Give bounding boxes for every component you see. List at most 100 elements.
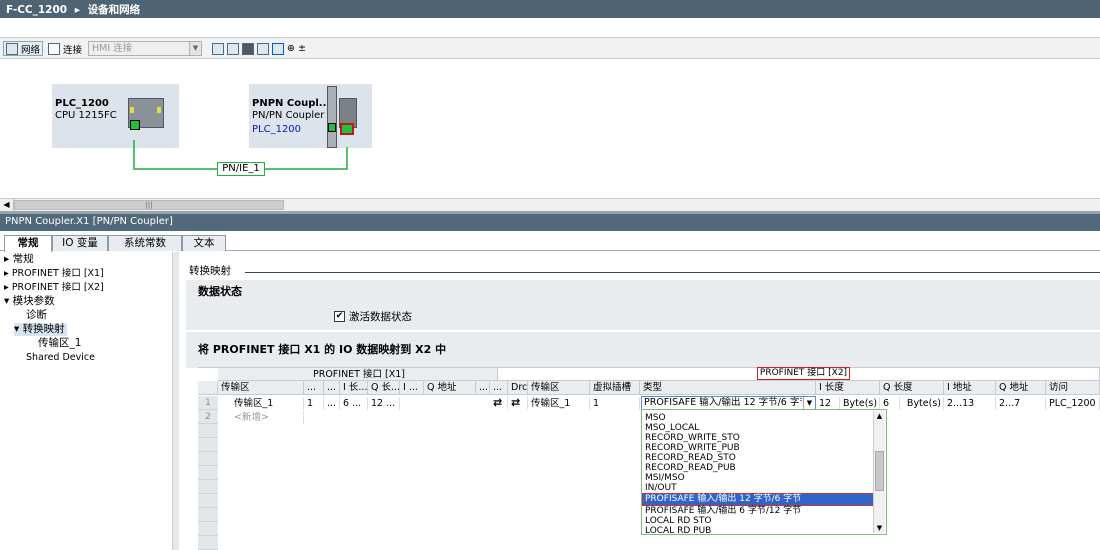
swap-direction-icon[interactable]: ⇄ [490, 396, 508, 409]
dropdown-option-selected[interactable]: PROFISAFE 输入/输出 12 字节/6 字节 [642, 493, 874, 506]
network-view-button[interactable]: 网络 [3, 41, 44, 56]
dropdown-option[interactable]: PROFISAFE 输入/输出 6 字节/12 字节 [645, 506, 801, 516]
activate-data-status-checkbox[interactable]: ✔ 激活数据状态 [334, 309, 412, 324]
network-canvas[interactable]: PLC_1200 CPU 1215FC PNPN Coupl... PN/PN … [0, 60, 1100, 198]
nav-item-module-params[interactable]: ▾ 模块参数 [4, 295, 55, 308]
col-left-q-address[interactable]: Q 地址 [424, 381, 476, 395]
editor-title-bar: F-CC_1200 ▸ 设备和网络 [0, 0, 1100, 18]
inspector-tabs: 常规 IO 变量 系统常数 文本 [0, 233, 1100, 252]
col-access[interactable]: 访问 [1046, 381, 1100, 395]
dropdown-option[interactable]: RECORD_READ_STO [645, 453, 736, 463]
chevron-down-icon[interactable]: ▼ [803, 397, 815, 409]
tab-general[interactable]: 常规 [4, 235, 52, 252]
dropdown-option[interactable]: MSI/MSO [645, 473, 685, 483]
scroll-down-icon[interactable]: ▼ [874, 523, 885, 533]
scroll-thumb[interactable]: ||| [14, 200, 284, 210]
cell-left-1[interactable]: 1 [304, 397, 324, 410]
expand-icon[interactable]: ▸ [4, 282, 9, 293]
row-number-header [198, 381, 218, 395]
expand-icon[interactable]: ▸ [4, 253, 9, 265]
dropdown-option[interactable]: RECORD_WRITE_STO [645, 433, 740, 443]
checkbox-checked-icon[interactable]: ✔ [334, 311, 345, 322]
col-left-more[interactable]: ... [476, 381, 490, 395]
dropdown-option[interactable]: IN/OUT [645, 483, 677, 493]
dropdown-option[interactable]: RECORD_READ_PUB [645, 463, 736, 473]
zoom-icon[interactable]: ⊕ ± [287, 43, 306, 54]
dropdown-option[interactable]: MSO [645, 413, 666, 423]
col-left-1[interactable]: ... [304, 381, 324, 395]
tab-texts[interactable]: 文本 [182, 235, 226, 251]
cell-transfer-area[interactable]: 传输区_1 [218, 397, 304, 410]
network-toolbar: 网络 连接 HMI 连接 ▼ ⊕ ± [0, 37, 1100, 59]
scroll-thumb[interactable] [875, 451, 884, 491]
col-left-q-length[interactable]: Q 长... [368, 381, 400, 395]
col-left-i-address[interactable]: I ... [400, 381, 424, 395]
mapping-title: 将 PROFINET 接口 X1 的 IO 数据映射到 X2 中 [198, 343, 447, 356]
nav-item-label: 传输区_1 [38, 337, 82, 349]
collapse-icon[interactable]: ▾ [4, 295, 9, 307]
cell-i-address[interactable]: 2...13 [944, 397, 996, 410]
type-select[interactable]: PROFISAFE 输入/输出 12 字节/6 字节 ▼ [641, 396, 816, 410]
dropdown-option[interactable]: LOCAL RD STO [645, 516, 711, 526]
cell-left-q-length[interactable]: 12 ... [368, 397, 400, 410]
cell-transfer-area-x2[interactable]: 传输区_1 [528, 397, 590, 410]
expand-icon[interactable]: ▸ [4, 268, 9, 279]
network-label: 网络 [21, 44, 41, 56]
row-number: 1 [198, 396, 218, 410]
device-icon[interactable] [227, 42, 239, 55]
nav-item-diagnostics[interactable]: 诊断 [26, 309, 47, 322]
page-icon[interactable] [242, 42, 254, 55]
col-q-address[interactable]: Q 地址 [996, 381, 1046, 395]
dropdown-scrollbar[interactable]: ▲ ▼ [873, 411, 885, 533]
breadcrumb-arrow-icon: ▸ [74, 4, 81, 16]
mapping-panel: 将 PROFINET 接口 X1 的 IO 数据映射到 X2 中 [186, 332, 1100, 368]
chevron-down-icon: ▼ [189, 42, 201, 55]
col-right-more[interactable]: ... [490, 381, 508, 395]
col-left-2[interactable]: ... [324, 381, 340, 395]
col-i-address[interactable]: I 地址 [944, 381, 996, 395]
cell-left-2[interactable]: ... [324, 397, 340, 410]
tab-system-constants[interactable]: 系统常数 [108, 235, 182, 251]
section-title: 转换映射 [189, 265, 231, 277]
overview-icon[interactable] [272, 42, 284, 55]
canvas-horizontal-scrollbar[interactable]: ◀ ||| [0, 198, 1100, 211]
address-icon[interactable] [212, 42, 224, 55]
network-label-pn-ie[interactable]: PN/IE_1 [217, 162, 265, 176]
cell-q-address[interactable]: 2...7 [996, 397, 1046, 410]
cell-left-i-length[interactable]: 6 ... [340, 397, 368, 410]
connections-button[interactable]: 连接 [48, 41, 82, 56]
cell-virtual-slot[interactable]: 1 [590, 397, 640, 410]
dropdown-option[interactable]: MSO_LOCAL [645, 423, 699, 433]
col-i-length[interactable]: I 长度 [816, 381, 880, 395]
scroll-up-icon[interactable]: ▲ [874, 411, 885, 421]
nav-item-shared-device[interactable]: Shared Device [26, 351, 95, 364]
dropdown-option[interactable]: RECORD_WRITE_PUB [645, 443, 740, 453]
nav-item-profinet-x1[interactable]: ▸ PROFINET 接口 [X1] [4, 267, 104, 280]
tab-io-tags[interactable]: IO 变量 [52, 235, 108, 251]
nav-item-profinet-x2[interactable]: ▸ PROFINET 接口 [X2] [4, 281, 104, 294]
col-transfer-area[interactable]: 传输区 [218, 381, 304, 395]
col-left-i-length[interactable]: I 长... [340, 381, 368, 395]
group-header-x2: PROFINET 接口 [X2] [757, 367, 850, 380]
col-q-length[interactable]: Q 长度 [880, 381, 944, 395]
direction-icon[interactable]: ⇄ [508, 396, 528, 409]
zoom-tools: ⊕ ± [212, 41, 306, 56]
cell-q-length-unit: Byte(s) [900, 397, 944, 410]
scroll-left-icon[interactable]: ◀ [0, 199, 14, 211]
cell-access[interactable]: PLC_1200 [1046, 397, 1100, 410]
col-transfer-area-x2[interactable]: 传输区 [528, 381, 590, 395]
collapse-icon[interactable]: ▾ [14, 323, 19, 335]
add-new-row[interactable]: <新增> [218, 411, 304, 424]
col-type[interactable]: 类型 [640, 381, 816, 395]
dropdown-option[interactable]: LOCAL RD PUB [645, 526, 711, 536]
nav-splitter[interactable] [172, 252, 179, 550]
col-virtual-slot[interactable]: 虚拟插槽 [590, 381, 640, 395]
nav-item-transfer-mapping[interactable]: ▾ 转换映射 [14, 323, 67, 336]
col-direction[interactable]: Drc [508, 381, 528, 395]
page-name: 设备和网络 [87, 4, 141, 16]
nav-item-general[interactable]: ▸ 常规 [4, 253, 34, 266]
type-dropdown-list[interactable]: MSO MSO_LOCAL RECORD_WRITE_STO RECORD_WR… [641, 409, 887, 536]
nav-item-transfer-area-1[interactable]: 传输区_1 [38, 337, 81, 350]
hmi-connection-select[interactable]: HMI 连接 ▼ [88, 41, 202, 56]
grid-icon[interactable] [257, 42, 269, 55]
